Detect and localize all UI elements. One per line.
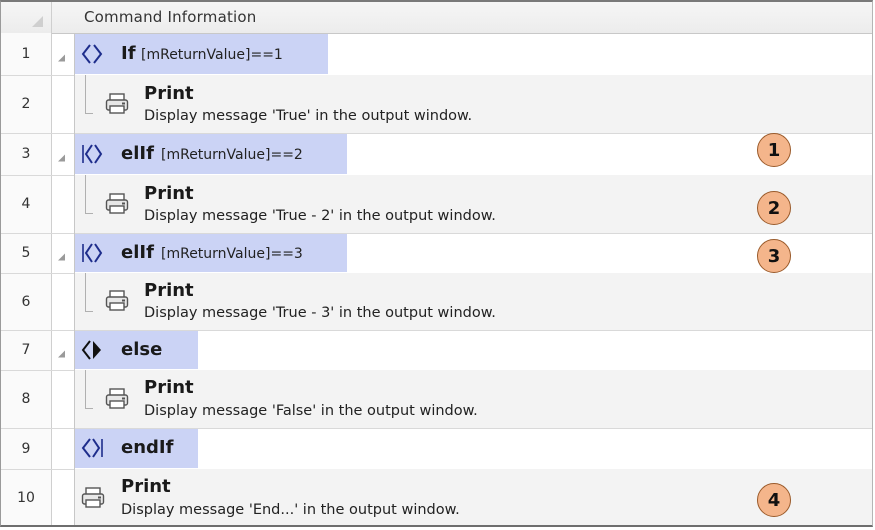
print-icon <box>105 93 129 114</box>
table-row[interactable]: 1 If [mReturnValue]==1 <box>1 33 872 76</box>
collapse-toggle-icon[interactable] <box>58 54 65 62</box>
command-cell[interactable]: endIf <box>74 428 872 469</box>
row-number: 3 <box>21 146 31 162</box>
annotation-badge: 3 <box>757 239 791 273</box>
collapse-toggle-icon[interactable] <box>58 253 65 261</box>
row-number: 9 <box>21 440 31 457</box>
endif-diamond-icon <box>81 438 103 458</box>
row-number: 4 <box>21 196 31 212</box>
collapse-toggle-icon[interactable] <box>58 350 65 358</box>
command-cell[interactable]: If [mReturnValue]==1 <box>74 33 872 75</box>
command-cell[interactable]: elIf [mReturnValue]==2 <box>74 133 872 175</box>
annotation-badge: 4 <box>757 483 791 517</box>
keyword-elif: elIf <box>121 143 154 164</box>
command-description: Display message 'False' in the output wi… <box>144 403 478 419</box>
condition-text: [mReturnValue]==3 <box>161 246 303 262</box>
annotation-badge: 1 <box>757 133 791 167</box>
keyword-else: else <box>121 339 163 360</box>
column-title: Command Information <box>84 8 257 26</box>
table-row[interactable]: 2 Print Display message 'True' in the ou… <box>1 75 872 134</box>
row-number: 5 <box>21 245 31 261</box>
if-diamond-icon <box>81 44 103 64</box>
command-description: Display message 'True' in the output win… <box>144 108 473 124</box>
collapse-toggle-icon[interactable] <box>58 154 65 162</box>
command-title: Print <box>144 280 194 301</box>
table-row[interactable]: 8 Print Display message 'False' in the o… <box>1 370 872 429</box>
keyword-endif: endIf <box>121 437 174 458</box>
row-number: 2 <box>21 96 31 112</box>
table-row[interactable]: 9 endIf <box>1 428 872 470</box>
command-cell[interactable]: elIf [mReturnValue]==3 <box>74 233 872 273</box>
print-icon <box>105 193 129 214</box>
elseif-diamond-icon <box>82 243 103 263</box>
keyword-if: If <box>121 43 136 64</box>
row-number: 8 <box>21 391 31 407</box>
command-cell[interactable]: Print Display message 'True' in the outp… <box>74 75 872 133</box>
command-cell[interactable]: Print Display message 'True - 2' in the … <box>74 175 872 233</box>
print-icon <box>105 388 129 409</box>
annotation-badge: 2 <box>757 191 791 225</box>
grid-header: Command Information <box>1 2 872 34</box>
select-all-corner[interactable] <box>1 2 52 33</box>
print-icon <box>81 487 105 508</box>
command-cell[interactable]: Print Display message 'False' in the out… <box>74 370 872 428</box>
table-row[interactable]: 6 Print Display message 'True - 3' in th… <box>1 273 872 331</box>
command-cell[interactable]: Print Display message 'True - 3' in the … <box>74 273 872 330</box>
command-title: Print <box>144 377 194 398</box>
command-grid: Command Information 1 If [mReturnValue]=… <box>0 0 873 527</box>
table-row[interactable]: 3 elIf [mReturnValue]==2 <box>1 133 872 176</box>
command-title: Print <box>144 183 194 204</box>
command-description: Display message 'True - 3' in the output… <box>144 305 496 321</box>
row-number: 1 <box>21 46 31 62</box>
row-number: 6 <box>21 293 31 310</box>
row-number: 10 <box>17 490 35 506</box>
row-number: 7 <box>21 342 31 358</box>
command-description: Display message 'End...' in the output w… <box>121 502 460 518</box>
keyword-elif: elIf <box>121 242 154 263</box>
condition-text: [mReturnValue]==2 <box>161 147 303 163</box>
command-title: Print <box>121 476 171 497</box>
else-diamond-icon <box>81 340 101 360</box>
command-cell[interactable]: Print Display message 'End...' in the ou… <box>74 469 872 525</box>
table-row[interactable]: 4 Print Display message 'True - 2' in th… <box>1 175 872 234</box>
condition-text: [mReturnValue]==1 <box>141 47 283 63</box>
table-row[interactable]: 5 elIf [mReturnValue]==3 <box>1 233 872 274</box>
table-row[interactable]: 7 else <box>1 330 872 371</box>
command-description: Display message 'True - 2' in the output… <box>144 208 496 224</box>
command-title: Print <box>144 83 194 104</box>
table-row[interactable]: 10 Print Display message 'End...' in the… <box>1 469 872 525</box>
print-icon <box>105 290 129 311</box>
elseif-diamond-icon <box>82 144 103 164</box>
command-cell[interactable]: else <box>74 330 872 370</box>
